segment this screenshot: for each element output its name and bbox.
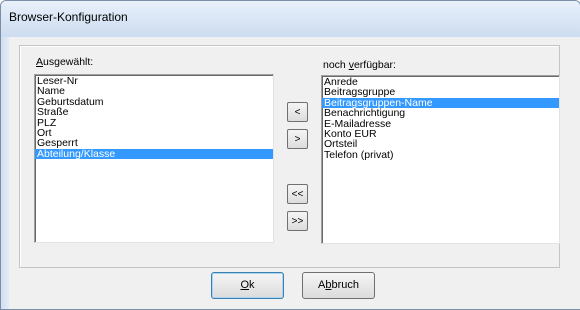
list-item[interactable]: Konto EUR: [322, 128, 559, 139]
list-item[interactable]: Leser-Nr: [35, 76, 273, 87]
list-item[interactable]: PLZ: [35, 117, 273, 128]
cancel-button[interactable]: Abbruch: [302, 272, 375, 299]
add-column-button[interactable]: <: [287, 102, 308, 122]
title-bar[interactable]: Browser-Konfiguration: [1, 1, 580, 37]
selected-list-label: Ausgewählt:: [36, 56, 94, 68]
dialog-window: Browser-Konfiguration Ausgewählt: Leser-…: [0, 0, 580, 310]
ok-button[interactable]: Ok: [211, 272, 284, 299]
selected-columns-listbox[interactable]: Leser-Nr Name Geburtsdatum Straße PLZ Ort Gesp…: [34, 74, 274, 243]
list-item[interactable]: Geburtsdatum: [35, 96, 273, 107]
available-columns-listbox[interactable]: Anrede Beitragsgruppe Beitragsgruppen-Name…: [321, 75, 560, 244]
available-list-label: noch verfügbar:: [323, 59, 396, 71]
list-item[interactable]: Abteilung/Klasse: [35, 148, 273, 159]
add-all-columns-button[interactable]: <<: [287, 184, 308, 204]
remove-column-button[interactable]: >: [287, 129, 308, 149]
remove-all-columns-button[interactable]: >>: [287, 211, 308, 231]
list-item[interactable]: Straße: [35, 107, 273, 118]
list-item[interactable]: Benachrichtigung: [322, 108, 559, 119]
list-item[interactable]: Telefon (privat): [322, 149, 559, 160]
window-frame-left: [1, 37, 9, 309]
window-title: Browser-Konfiguration: [9, 10, 128, 24]
